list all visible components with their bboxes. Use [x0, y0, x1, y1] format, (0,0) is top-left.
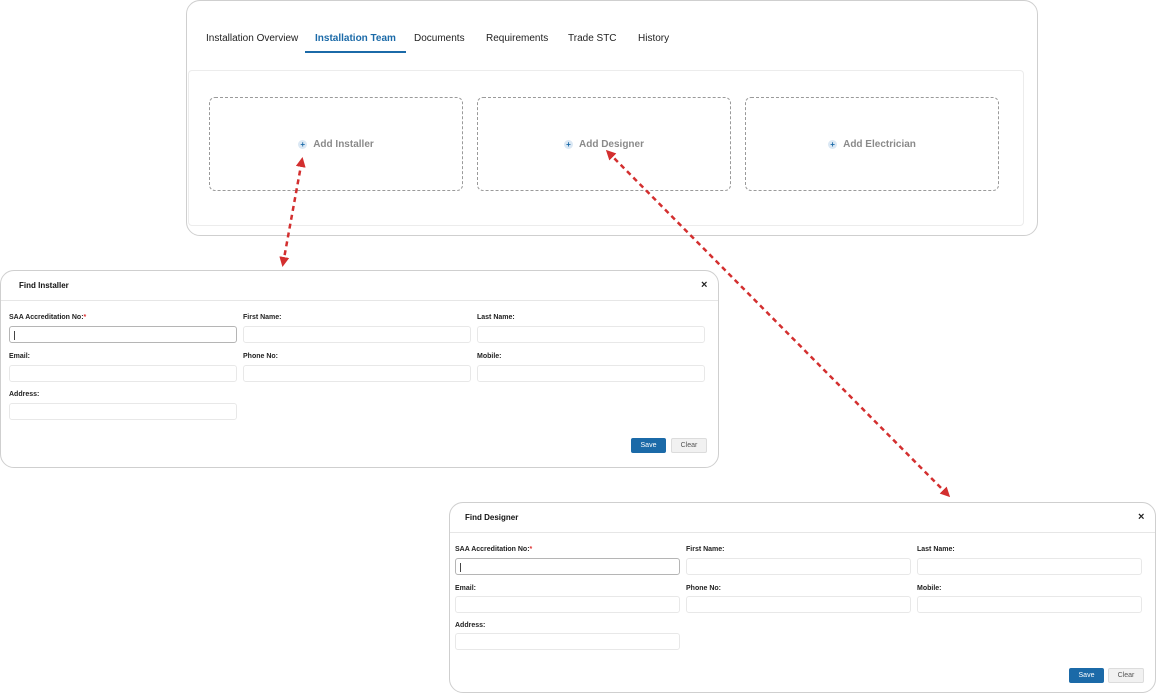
modal-title: Find Designer	[465, 513, 519, 522]
phone-label: Phone No:	[686, 585, 721, 592]
add-installer-card[interactable]: + Add Installer	[209, 97, 463, 191]
add-electrician-label: Add Electrician	[843, 138, 916, 150]
find-installer-modal: Find Installer × SAA Accreditation No:* …	[0, 270, 719, 468]
last-name-input[interactable]	[477, 326, 705, 343]
modal-header: Find Designer ×	[450, 503, 1155, 533]
mobile-input[interactable]	[917, 596, 1142, 613]
phone-input[interactable]	[243, 365, 471, 382]
saa-label: SAA Accreditation No:*	[9, 314, 87, 321]
email-input[interactable]	[9, 365, 237, 382]
close-icon[interactable]: ×	[701, 279, 707, 291]
email-label: Email:	[9, 353, 31, 360]
first-name-label: First Name:	[243, 314, 282, 321]
first-name-input[interactable]	[686, 558, 911, 575]
tab-installation-team[interactable]: Installation Team	[305, 33, 406, 53]
add-electrician-card[interactable]: + Add Electrician	[745, 97, 999, 191]
mobile-label: Mobile:	[477, 353, 502, 360]
address-label: Address:	[455, 622, 486, 629]
phone-label: Phone No:	[243, 353, 278, 360]
tab-history[interactable]: History	[638, 33, 669, 51]
find-designer-modal: Find Designer × SAA Accreditation No:* F…	[449, 502, 1156, 693]
first-name-label: First Name:	[686, 546, 725, 553]
address-input[interactable]	[455, 633, 680, 650]
address-label: Address:	[9, 391, 40, 398]
first-name-input[interactable]	[243, 326, 471, 343]
text-caret	[460, 563, 461, 572]
address-input[interactable]	[9, 403, 237, 420]
installation-panel: Installation Overview Installation Team …	[186, 0, 1038, 236]
plus-circle-icon: +	[563, 139, 573, 149]
saa-accreditation-input[interactable]	[9, 326, 237, 343]
installation-team-area: + Add Installer + Add Designer + Add Ele…	[188, 70, 1024, 226]
email-input[interactable]	[455, 596, 680, 613]
plus-circle-icon: +	[298, 139, 308, 149]
phone-input[interactable]	[686, 596, 911, 613]
email-label: Email:	[455, 585, 477, 592]
saa-accreditation-input[interactable]	[455, 558, 680, 575]
tab-installation-overview[interactable]: Installation Overview	[206, 33, 298, 51]
tab-documents[interactable]: Documents	[414, 33, 465, 51]
save-button[interactable]: Save	[631, 438, 666, 453]
saa-label: SAA Accreditation No:*	[455, 546, 533, 553]
clear-button[interactable]: Clear	[671, 438, 707, 453]
add-installer-label: Add Installer	[313, 138, 374, 150]
text-caret	[14, 331, 15, 340]
mobile-input[interactable]	[477, 365, 705, 382]
tab-requirements[interactable]: Requirements	[486, 33, 548, 51]
last-name-label: Last Name:	[917, 546, 955, 553]
tab-trade-stc[interactable]: Trade STC	[568, 33, 617, 51]
tab-bar: Installation Overview Installation Team …	[187, 1, 1037, 61]
close-icon[interactable]: ×	[1138, 511, 1144, 523]
last-name-label: Last Name:	[477, 314, 515, 321]
add-designer-label: Add Designer	[578, 138, 644, 150]
add-designer-card[interactable]: + Add Designer	[477, 97, 731, 191]
mobile-label: Mobile:	[917, 585, 942, 592]
last-name-input[interactable]	[917, 558, 1142, 575]
plus-circle-icon: +	[828, 139, 838, 149]
modal-title: Find Installer	[19, 281, 69, 290]
save-button[interactable]: Save	[1069, 668, 1104, 683]
modal-header: Find Installer ×	[1, 271, 718, 301]
clear-button[interactable]: Clear	[1108, 668, 1144, 683]
